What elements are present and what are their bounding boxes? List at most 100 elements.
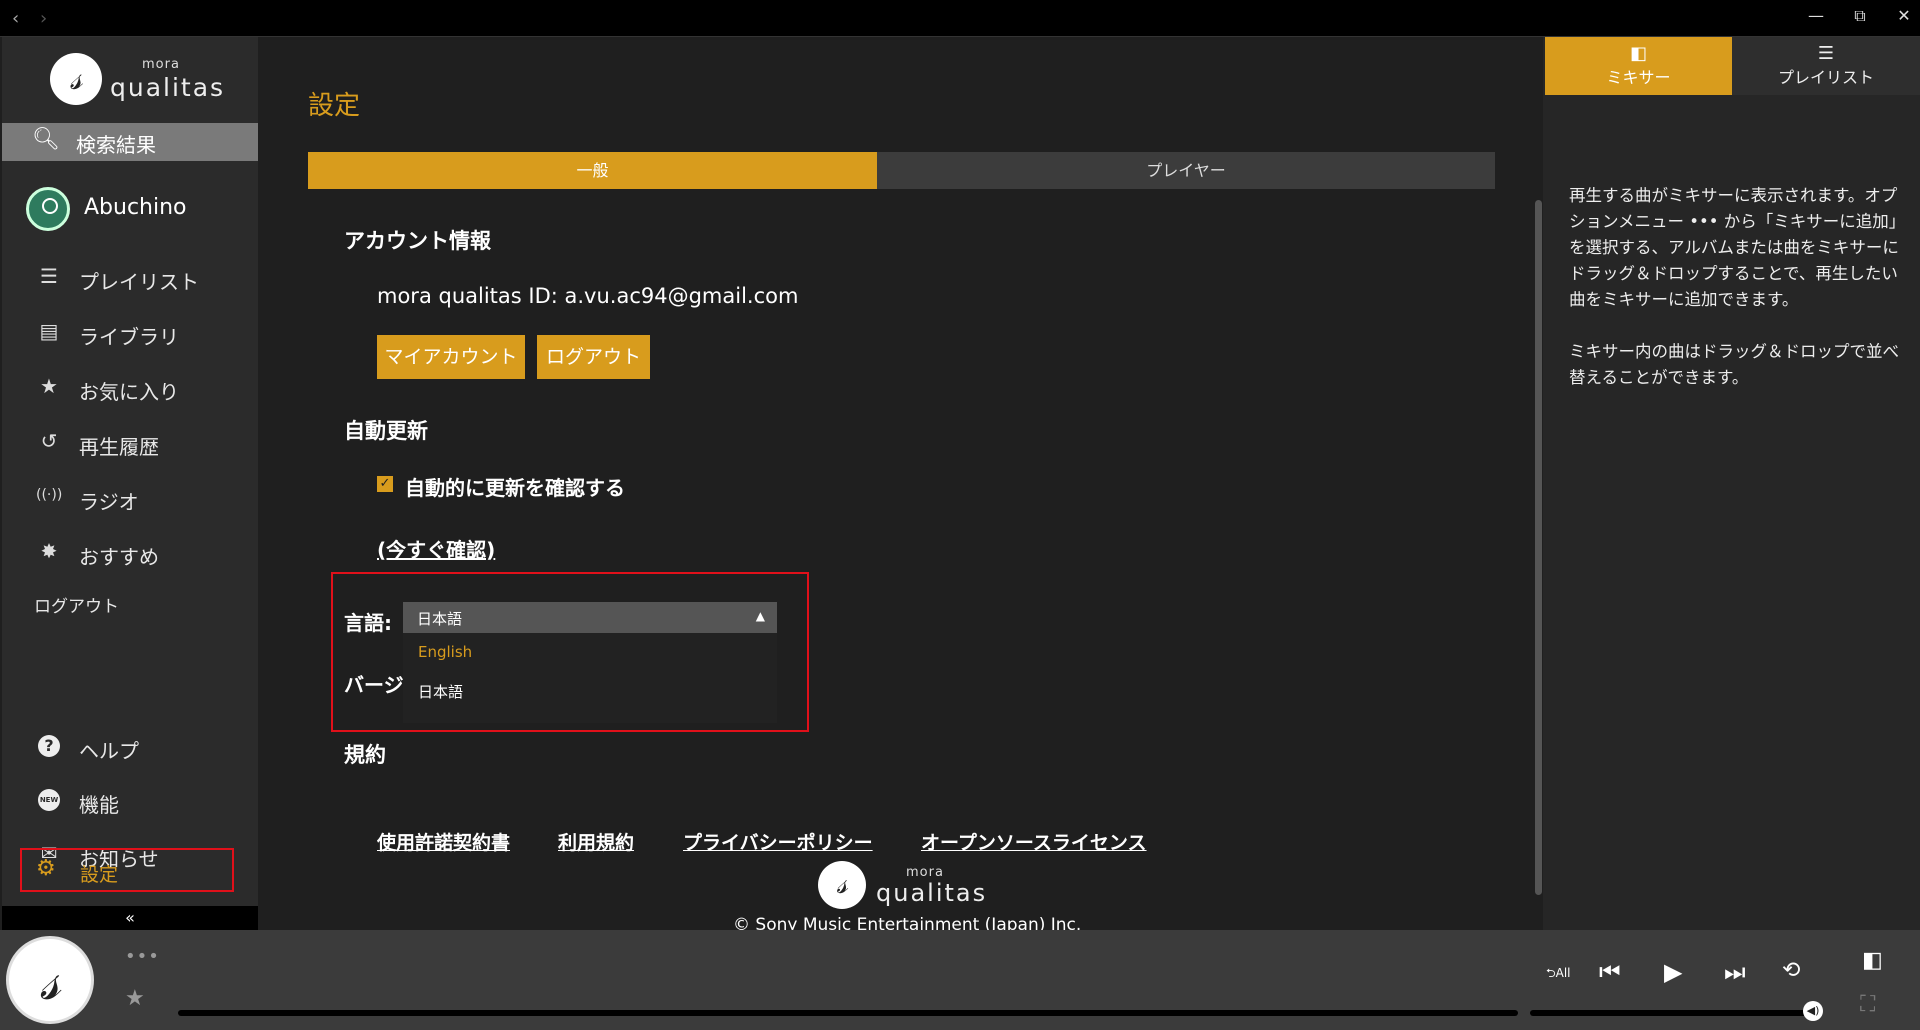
mixer-icon: ◧ <box>1629 43 1647 64</box>
mixer-toggle-icon[interactable]: ◧ <box>1862 948 1883 973</box>
logo-name-text: qualitas <box>876 879 988 907</box>
privacy-policy-link[interactable]: プライバシーポリシー <box>683 828 873 855</box>
title-bar: ‹ › — ⧉ ✕ <box>0 0 1920 37</box>
back-icon[interactable]: ‹ <box>12 8 19 29</box>
sidebar-item-label: プレイリスト <box>79 270 199 294</box>
language-label: 言語: <box>344 611 392 635</box>
tab-general[interactable]: 一般 <box>308 152 877 189</box>
footer-logo: 𝓈 mora qualitas <box>818 861 998 917</box>
sidebar-logout-link[interactable]: ログアウト <box>34 592 119 617</box>
sidebar-item-label: 設定 <box>80 864 119 886</box>
sidebar-item-playlist[interactable]: ☰ プレイリスト <box>2 258 258 298</box>
user-name: Abuchino <box>84 195 187 220</box>
sidebar-item-label: おすすめ <box>79 545 159 569</box>
radio-icon: ((·)) <box>36 487 63 503</box>
language-option-english[interactable]: English <box>418 643 472 661</box>
tab-label: プレイリスト <box>1777 68 1874 87</box>
library-icon: ▤ <box>39 319 59 343</box>
language-dropdown: English 日本語 <box>403 633 777 723</box>
sidebar-item-history[interactable]: ↺ 再生履歴 <box>2 423 258 463</box>
next-track-icon[interactable]: ⏭ <box>1724 958 1746 986</box>
sidebar-item-radio[interactable]: ((·)) ラジオ <box>2 478 258 518</box>
sidebar-item-label: お気に入り <box>79 380 179 404</box>
mixer-panel: ◧ ミキサー ☰ プレイリスト 再生する曲がミキサーに表示されます。オプションメ… <box>1543 37 1920 930</box>
gear-icon: ⚙ <box>36 856 56 881</box>
logout-button[interactable]: ログアウト <box>537 335 650 379</box>
avatar <box>26 187 70 231</box>
account-heading: アカウント情報 <box>344 229 491 253</box>
play-icon[interactable]: ▶ <box>1664 958 1682 986</box>
sidebar-item-recommend[interactable]: ✸ おすすめ <box>2 533 258 573</box>
sidebar-item-favorites[interactable]: ★ お気に入り <box>2 368 258 408</box>
tab-player[interactable]: プレイヤー <box>877 152 1495 189</box>
mixer-help-paragraph: ミキサー内の曲はドラッグ＆ドロップで並べ替えることができます。 <box>1569 342 1899 387</box>
language-select[interactable]: 日本語 ▲ <box>403 602 777 633</box>
recommend-icon: ✸ <box>40 539 58 563</box>
sidebar-item-features[interactable]: NEW 機能 <box>2 781 258 821</box>
chevron-up-icon: ▲ <box>755 609 765 623</box>
fullscreen-icon[interactable]: ⛶ <box>1860 992 1875 1017</box>
forward-icon[interactable]: › <box>40 8 47 29</box>
close-icon[interactable]: ✕ <box>1892 6 1916 25</box>
sidebar-item-label: ライブラリ <box>79 325 179 349</box>
previous-track-icon[interactable]: ⏮ <box>1599 958 1621 986</box>
tab-mixer[interactable]: ◧ ミキサー <box>1545 37 1732 95</box>
settings-tabs: 一般 プレイヤー <box>308 152 1495 189</box>
favorite-star-icon[interactable]: ★ <box>125 986 145 1011</box>
app-logo[interactable]: 𝓈 mora qualitas <box>50 53 230 113</box>
check-now-link[interactable]: (今すぐ確認) <box>377 534 495 563</box>
version-label: バージ <box>344 673 404 697</box>
logo-mora-text: mora <box>906 865 944 880</box>
star-icon: ★ <box>40 374 58 398</box>
mixer-help-text: 再生する曲がミキサーに表示されます。オプションメニュー ••• から「ミキサーに… <box>1569 183 1899 417</box>
tab-label: ミキサー <box>1606 68 1671 87</box>
my-account-button[interactable]: マイアカウント <box>377 335 525 379</box>
playlist-icon: ☰ <box>40 264 58 288</box>
logo-mark-icon: 𝓈 <box>818 861 866 909</box>
account-id-text: mora qualitas ID: a.vu.ac94@gmail.com <box>377 284 799 308</box>
auto-update-checkbox[interactable]: ✓ <box>377 476 393 492</box>
playlist-icon: ☰ <box>1817 43 1835 64</box>
license-agreement-link[interactable]: 使用許諾契約書 <box>377 828 510 855</box>
language-select-value: 日本語 <box>417 610 463 628</box>
sidebar: 𝓈 mora qualitas 🔍︎ 検索結果 Abuchino ☰ プレイリス… <box>2 37 258 930</box>
seek-bar[interactable] <box>178 1010 1518 1016</box>
sidebar-item-library[interactable]: ▤ ライブラリ <box>2 313 258 353</box>
logo-name-text: qualitas <box>110 73 226 102</box>
sidebar-item-help[interactable]: ? ヘルプ <box>2 727 258 767</box>
album-art[interactable]: 𝓈 <box>6 936 94 1024</box>
sidebar-item-label: ラジオ <box>79 490 139 514</box>
sidebar-item-label: 検索結果 <box>76 133 156 157</box>
sidebar-item-search-results[interactable]: 🔍︎ 検索結果 <box>2 123 258 161</box>
open-source-license-link[interactable]: オープンソースライセンス <box>921 828 1147 855</box>
mixer-help-paragraph: 再生する曲がミキサーに表示されます。オプションメニュー ••• から「ミキサーに… <box>1569 186 1899 309</box>
page-title: 設定 <box>308 91 361 121</box>
repeat-all-icon[interactable]: ⮌All <box>1546 964 1571 985</box>
settings-panel: 設定 一般 プレイヤー アカウント情報 mora qualitas ID: a.… <box>258 37 1543 930</box>
shuffle-icon[interactable]: ⟲ <box>1782 958 1800 983</box>
copyright-text: © Sony Music Entertainment (Japan) Inc. <box>733 915 1082 930</box>
restore-icon[interactable]: ⧉ <box>1848 6 1872 26</box>
volume-icon[interactable]: ◀) <box>1803 1001 1823 1021</box>
tab-playlist[interactable]: ☰ プレイリスト <box>1732 37 1920 95</box>
logo-mora-text: mora <box>142 57 180 72</box>
minimize-icon[interactable]: — <box>1804 6 1828 25</box>
sidebar-item-settings[interactable]: ⚙ 設定 <box>20 848 234 892</box>
auto-update-checkbox-label[interactable]: 自動的に更新を確認する <box>405 472 625 501</box>
collapse-sidebar-button[interactable]: « <box>2 906 258 930</box>
terms-heading: 規約 <box>344 743 386 767</box>
volume-slider[interactable] <box>1530 1010 1810 1016</box>
auto-update-heading: 自動更新 <box>344 419 428 443</box>
player-bar: 𝓈 ••• ★ ⮌All ⏮ ▶ ⏭ ⟲ ◧ ⛶ ◀) <box>0 930 1920 1030</box>
help-icon: ? <box>38 735 60 757</box>
sidebar-item-label: 再生履歴 <box>79 435 159 459</box>
new-features-icon: NEW <box>38 789 60 811</box>
language-option-japanese[interactable]: 日本語 <box>418 681 463 702</box>
sidebar-item-label: 機能 <box>79 793 119 817</box>
logo-mark-icon: 𝓈 <box>50 53 102 105</box>
search-icon: 🔍︎ <box>32 127 60 152</box>
scrollbar[interactable] <box>1535 200 1542 895</box>
more-options-icon[interactable]: ••• <box>125 946 160 967</box>
history-icon: ↺ <box>40 429 58 453</box>
terms-of-use-link[interactable]: 利用規約 <box>558 828 634 855</box>
